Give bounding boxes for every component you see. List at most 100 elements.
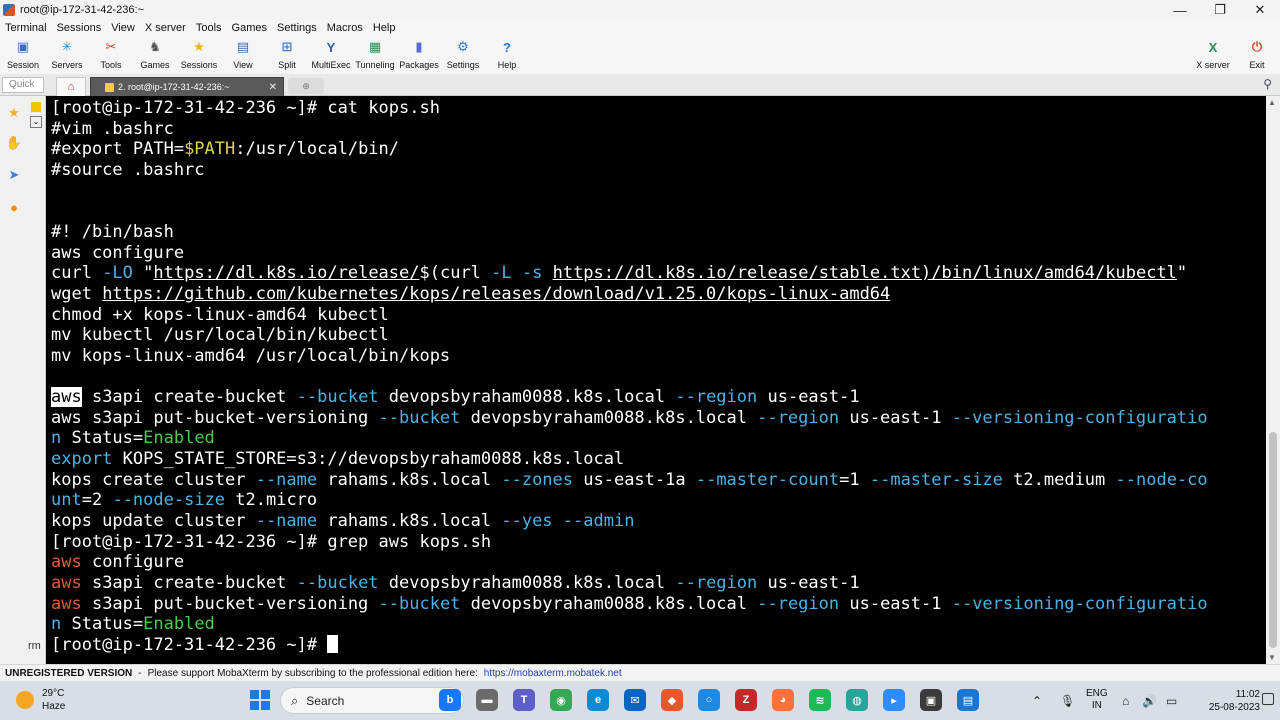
windows-start-button[interactable] [250, 690, 270, 710]
zoom-icon[interactable]: ▸ [883, 689, 905, 711]
terminal-line: unt=2 --node-size t2.micro [51, 490, 317, 510]
toolbar-sessions-button[interactable]: ★ Sessions [177, 36, 221, 74]
tab-close-icon[interactable]: ✕ [269, 82, 277, 93]
toolbar-settings-button[interactable]: ⚙ Settings [441, 36, 485, 74]
weather-widget[interactable]: 29°C Haze [16, 687, 65, 713]
tab-strip: Quick ⌂ 2. root@ip-172-31-42-236:~ ✕ ⊕ ⚲ [0, 74, 1280, 96]
notepad-icon[interactable]: ▤ [957, 689, 979, 711]
paperclip-icon[interactable]: ⚲ [1263, 77, 1272, 91]
menu-macros[interactable]: Macros [322, 22, 368, 34]
toolbar-view-button[interactable]: ▤ View [221, 36, 265, 74]
menu-sessions[interactable]: Sessions [52, 22, 107, 34]
notification-icon[interactable] [1262, 693, 1274, 705]
gear-icon: ⚙ [457, 39, 469, 54]
scroll-down-icon[interactable]: ▼ [1268, 653, 1276, 662]
terminal-line: [root@ip-172-31-42-236 ~]# grep aws kops… [51, 532, 491, 552]
maximize-button[interactable]: ❐ [1200, 0, 1240, 20]
toolbar-packages-button[interactable]: ▮ Packages [397, 36, 441, 74]
scrollbar-thumb[interactable] [1269, 432, 1277, 648]
sidebar-sftp-icon[interactable]: ➤ [2, 162, 26, 188]
sidebar-tools-icon[interactable]: ✋ [2, 130, 26, 156]
toolbar-tunneling-button[interactable]: ▦ Tunneling [353, 36, 397, 74]
terminal-text-segment: --name [255, 511, 318, 531]
file-explorer-icon[interactable]: ▬ [476, 689, 498, 711]
terminal-line: aws configure [51, 243, 184, 263]
toolbar-multiexec-button[interactable]: Y MultiExec [309, 36, 353, 74]
tray-overflow-chevron-icon[interactable]: ⌃ [1032, 681, 1042, 720]
menu-games[interactable]: Games [227, 22, 272, 34]
edge-icon[interactable]: e [587, 689, 609, 711]
toolbar-label: Servers [51, 60, 83, 70]
menu-view[interactable]: View [106, 22, 140, 34]
sidebar-sessions-star-icon[interactable]: ★ [2, 100, 26, 126]
terminal-text-segment: chmod +x kops-linux-amd64 kubectl [51, 304, 389, 325]
weather-condition: Haze [42, 701, 66, 712]
terminal-text-segment: aws [51, 552, 82, 573]
globe-icon[interactable]: ◍ [846, 689, 868, 711]
toolbar-x-server-button[interactable]: X X server [1191, 36, 1235, 74]
home-tab[interactable]: ⌂ [56, 77, 86, 96]
close-button[interactable]: ✕ [1240, 0, 1280, 20]
terminal-text-segment: [root@ip-172-31-42-236 ~]# cat kops.sh [51, 98, 440, 118]
sidebar-macros-icon[interactable]: ● [2, 194, 26, 220]
toolbar-exit-button[interactable]: ⏻ Exit [1235, 36, 1279, 74]
packages-icon: ▮ [415, 39, 423, 54]
toolbar-games-button[interactable]: ♞ Games [133, 36, 177, 74]
filezilla-icon[interactable]: Z [735, 689, 757, 711]
terminal-text-segment: --bucket [296, 387, 379, 408]
toolbar-tools-button[interactable]: ✂ Tools [89, 36, 133, 74]
cortana-icon[interactable]: ○ [698, 689, 720, 711]
window-title: root@ip-172-31-42-236:~ [20, 4, 144, 16]
chrome-icon[interactable]: ◉ [550, 689, 572, 711]
terminal-line: mv kops-linux-amd64 /usr/local/bin/kops [51, 346, 450, 366]
toolbar-label: Split [278, 60, 296, 70]
battery-icon[interactable]: ▭ [1166, 681, 1177, 720]
terminal-text-segment: $PATH [184, 139, 236, 160]
scroll-up-icon[interactable]: ▲ [1268, 98, 1276, 107]
terminal-scrollbar[interactable]: ▲ ▼ [1266, 96, 1280, 664]
mail-icon[interactable]: ✉ [624, 689, 646, 711]
terminal-output[interactable]: [root@ip-172-31-42-236 ~]# cat kops.sh #v… [46, 96, 1266, 664]
terminal-text-segment: --region [675, 572, 758, 593]
menu-help[interactable]: Help [368, 22, 401, 34]
quick-connect-input[interactable]: Quick [2, 77, 44, 93]
terminal-text-segment: kops update cluster [51, 511, 256, 531]
git-icon[interactable]: ◆ [661, 689, 683, 711]
menu-xserver[interactable]: X server [140, 22, 191, 34]
menu-terminal[interactable]: Terminal [0, 22, 52, 34]
teams-icon[interactable]: T [513, 689, 535, 711]
taskbar-search-box[interactable]: ⌕ Search [280, 687, 464, 714]
sidebar-collapse-panel[interactable]: ⌄ [28, 100, 44, 140]
toolbar-split-button[interactable]: ⊞ Split [265, 36, 309, 74]
terminal-text-segment: us-east-1 [757, 572, 860, 593]
terminal-line: n Status=Enabled [51, 428, 215, 448]
language-indicator[interactable]: ENG IN [1086, 688, 1108, 712]
bing-icon[interactable]: b [439, 689, 461, 711]
firefox-icon[interactable]: ◕ [772, 689, 794, 711]
chevron-down-icon[interactable]: ⌄ [30, 116, 42, 128]
system-clock[interactable]: 11:02 25-08-2023 [1200, 688, 1260, 714]
spotify-icon[interactable]: ≋ [809, 689, 831, 711]
wifi-icon[interactable]: ⌂ [1122, 681, 1129, 720]
terminal-text-segment: us-east-1 [839, 407, 952, 428]
microphone-icon[interactable]: 🎙 [1060, 681, 1075, 720]
terminal-text-segment: configure [81, 552, 185, 573]
terminal-text-segment: kops create cluster [51, 469, 256, 490]
menu-settings[interactable]: Settings [272, 22, 322, 34]
terminal-text-segment: #! /bin/bash [51, 221, 174, 242]
mobaxterm-icon[interactable]: ▣ [920, 689, 942, 711]
volume-icon[interactable]: 🔊 [1142, 681, 1157, 720]
mobaxterm-link[interactable]: https://mobaxterm.mobatek.net [484, 668, 622, 679]
toolbar-help-button[interactable]: ? Help [485, 36, 529, 74]
toolbar-label: View [233, 60, 253, 70]
terminal-text-segment: --node-co [1115, 469, 1208, 490]
toolbar-label: Tunneling [355, 60, 395, 70]
terminal-text-segment: rahams.k8s.local [317, 469, 502, 490]
minimize-button[interactable]: — [1160, 0, 1200, 20]
menu-tools[interactable]: Tools [191, 22, 227, 34]
new-tab-button[interactable]: ⊕ [288, 78, 324, 94]
tab-active-session[interactable]: 2. root@ip-172-31-42-236:~ ✕ [90, 77, 284, 96]
toolbar-label: Exit [1249, 60, 1265, 70]
toolbar-session-button[interactable]: ▣ Session [1, 36, 45, 74]
toolbar-servers-button[interactable]: ✳ Servers [45, 36, 89, 74]
